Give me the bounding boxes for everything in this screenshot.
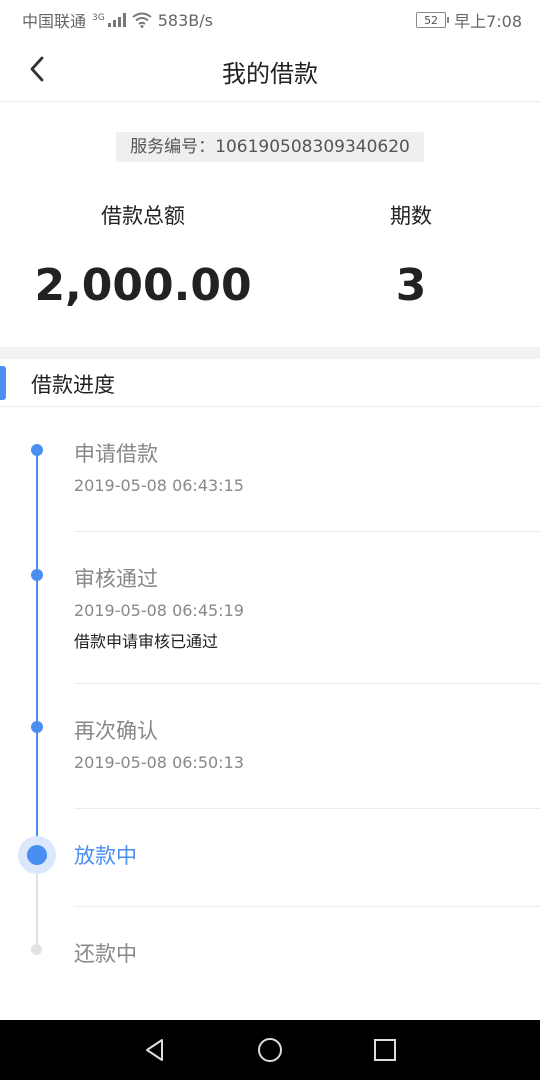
square-recents-icon[interactable] <box>371 1036 399 1064</box>
status-left: 中国联通 3G 583B/s <box>22 8 213 32</box>
battery-icon: 52 <box>416 12 450 28</box>
system-navigation-bar <box>0 1020 540 1080</box>
timeline-line-done <box>36 450 38 855</box>
network-speed: 583B/s <box>157 10 213 30</box>
battery-level: 52 <box>424 13 439 27</box>
clock: 早上7:08 <box>454 12 522 31</box>
step-dot-done <box>31 721 43 733</box>
step-dot-done <box>31 569 43 581</box>
section-divider-band <box>0 347 540 359</box>
step-title: 审核通过 <box>74 567 158 591</box>
total-amount-label: 借款总额 <box>101 204 185 228</box>
step-title: 还款中 <box>74 942 137 966</box>
step-dot-pending <box>31 944 42 955</box>
step-time: 2019-05-08 06:50:13 <box>74 753 244 772</box>
signal-icon: 3G <box>92 13 126 27</box>
app-header: 我的借款 <box>0 36 540 102</box>
status-bar: 中国联通 3G 583B/s 52 早上7:08 <box>0 0 540 36</box>
step-title: 申请借款 <box>74 442 158 466</box>
periods-value: 3 <box>395 260 427 311</box>
timeline-step-current: 放款中 <box>74 840 540 870</box>
service-number-badge: 服务编号：106190508309340620 <box>116 132 424 162</box>
network-type-label: 3G <box>92 13 105 23</box>
timeline-step: 再次确认 2019-05-08 06:50:13 <box>74 715 540 772</box>
section-title: 借款进度 <box>31 373 115 397</box>
step-title: 再次确认 <box>74 719 158 743</box>
timeline-step: 申请借款 2019-05-08 06:43:15 <box>74 438 540 495</box>
timeline-step: 审核通过 2019-05-08 06:45:19 借款申请审核已通过 <box>74 563 540 652</box>
step-divider <box>74 683 540 684</box>
timeline-step: 还款中 <box>74 938 540 968</box>
periods-label: 期数 <box>390 204 432 228</box>
page-title: 我的借款 <box>222 60 318 88</box>
step-divider <box>74 531 540 532</box>
step-dot-current <box>27 845 47 865</box>
step-note: 借款申请审核已通过 <box>74 632 219 651</box>
total-amount-value: 2,000.00 <box>34 260 252 311</box>
triangle-back-icon[interactable] <box>141 1036 169 1064</box>
step-time: 2019-05-08 06:45:19 <box>74 601 244 620</box>
step-title: 放款中 <box>74 844 137 868</box>
circle-home-icon[interactable] <box>256 1036 284 1064</box>
step-divider <box>74 906 540 907</box>
step-dot-done <box>31 444 43 456</box>
wifi-icon <box>132 12 152 28</box>
section-accent-bar <box>0 366 6 400</box>
progress-section-header: 借款进度 <box>0 359 540 407</box>
step-time: 2019-05-08 06:43:15 <box>74 476 244 495</box>
step-divider <box>74 808 540 809</box>
status-right: 52 早上7:08 <box>416 8 522 32</box>
carrier-label: 中国联通 <box>22 12 87 31</box>
